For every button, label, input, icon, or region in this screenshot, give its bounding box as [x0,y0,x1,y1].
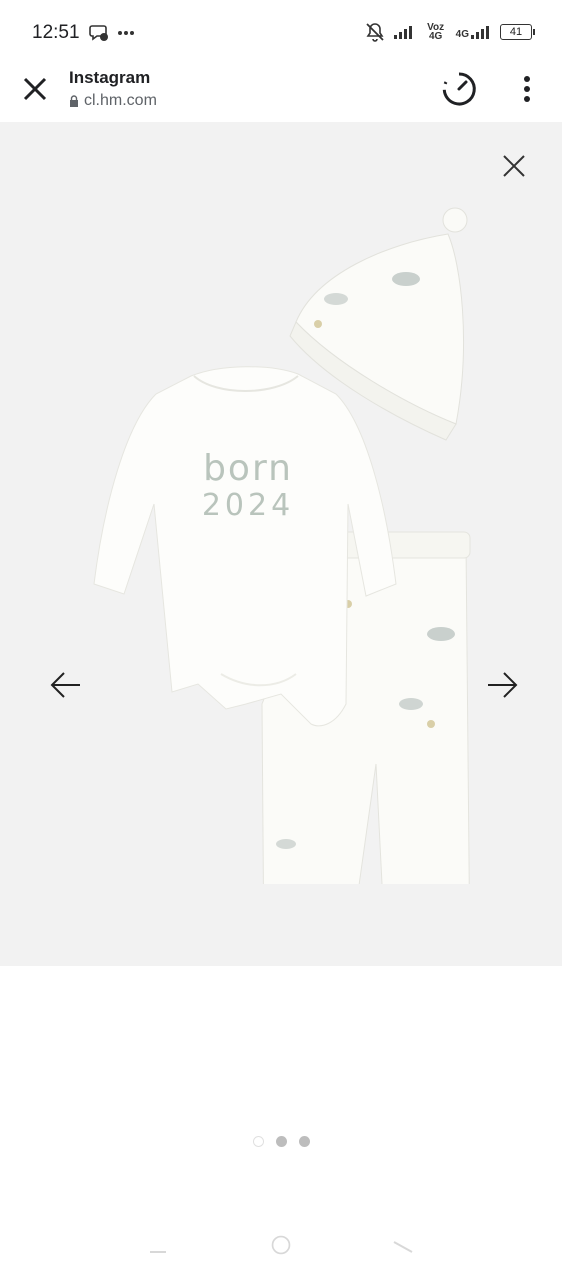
more-notifications-icon [118,31,134,35]
nav-back-icon[interactable] [392,1234,414,1256]
product-image-gallery[interactable]: born 2024 [0,122,562,966]
page-url: cl.hm.com [84,92,157,109]
close-browser-icon[interactable] [20,74,50,104]
browser-toolbar: Instagram cl.hm.com [0,64,562,123]
product-image [93,207,471,884]
print-text-line-2: 2024 [201,488,295,523]
arrow-left-icon[interactable] [48,668,84,702]
pagination-dot-1[interactable] [252,1136,264,1147]
chat-notification-icon [89,25,108,41]
nav-home-icon[interactable] [268,1234,294,1256]
signal-2-group: 4G [455,25,491,40]
nav-recents-icon[interactable] [148,1234,168,1256]
print-text-line-1: born [203,448,293,489]
status-right-icons: Voz 4G 4G 41 [365,22,535,42]
page-info[interactable]: Instagram cl.hm.com [69,68,157,110]
more-options-icon[interactable] [516,74,538,104]
signal-icon [393,26,412,39]
status-left-icons [89,24,135,42]
battery-icon: 41 [500,24,535,40]
pagination-dot-3[interactable] [298,1136,310,1147]
lock-icon [70,95,78,107]
arrow-right-icon[interactable] [484,668,520,702]
page-title: Instagram [69,68,151,87]
volte-label: Voz 4G [427,22,445,42]
pagination-dot-2[interactable] [275,1136,287,1147]
network-type-label: 4G [455,29,469,40]
url-row: cl.hm.com [69,92,157,110]
signal-2-icon [471,26,489,39]
status-bar: 12:51 Voz 4G 4G 41 [0,0,562,64]
status-time: 12:51 [32,22,80,43]
page-speed-icon[interactable] [440,70,478,108]
bell-muted-icon [366,23,384,42]
close-gallery-icon[interactable] [500,152,528,180]
gallery-pagination [0,1136,562,1147]
